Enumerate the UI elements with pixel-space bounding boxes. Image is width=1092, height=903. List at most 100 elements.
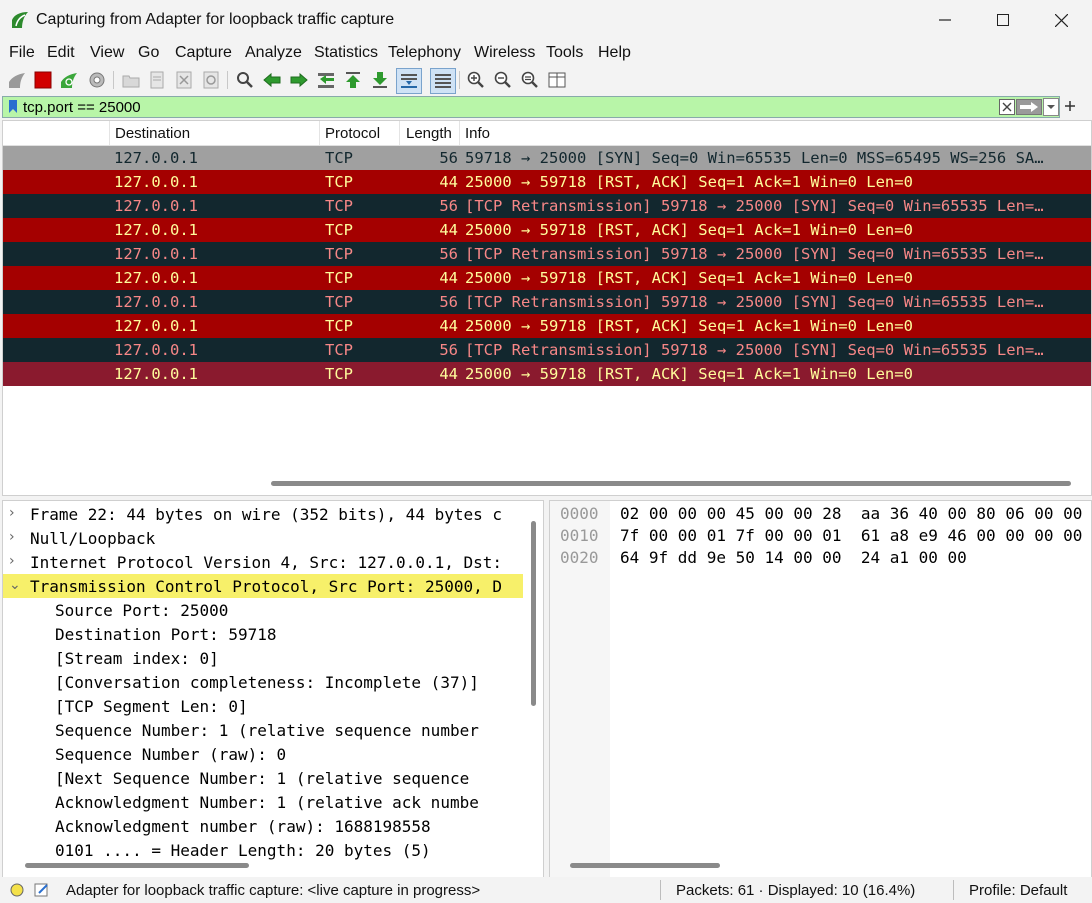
packet-row[interactable]: 127.0.0.1 TCP 56 [TCP Retransmission] 59718… bbox=[3, 338, 1091, 362]
apply-filter-button[interactable] bbox=[1016, 99, 1042, 115]
packet-list-horizontal-scrollbar[interactable] bbox=[271, 481, 1071, 486]
column-header-destination[interactable]: Destination bbox=[115, 125, 190, 142]
chevron-down-icon[interactable]: ⌄ bbox=[9, 577, 21, 593]
packet-row[interactable]: 127.0.0.1 TCP 44 25000 → 59718 [RST, ACK] S… bbox=[3, 218, 1091, 242]
column-header-length[interactable]: Length bbox=[406, 125, 452, 142]
save-file-button[interactable] bbox=[146, 69, 168, 91]
detail-field[interactable]: Source Port: 25000 bbox=[3, 598, 523, 622]
find-packet-button[interactable] bbox=[234, 69, 256, 91]
restart-capture-button[interactable] bbox=[58, 69, 80, 91]
menu-analyze[interactable]: Analyze bbox=[245, 44, 302, 62]
menu-telephony[interactable]: Telephony bbox=[388, 44, 461, 62]
filter-history-dropdown[interactable] bbox=[1043, 98, 1059, 116]
packet-list[interactable]: Destination Protocol Length Info 127.0.0… bbox=[2, 120, 1092, 496]
autoscroll-button[interactable] bbox=[396, 68, 422, 94]
hex-horizontal-scrollbar[interactable] bbox=[570, 863, 720, 868]
detail-field[interactable]: Sequence Number: 1 (relative sequence nu… bbox=[3, 718, 523, 742]
detail-field[interactable]: Sequence Number (raw): 0 bbox=[3, 742, 523, 766]
clear-filter-button[interactable] bbox=[999, 99, 1015, 115]
menu-statistics[interactable]: Statistics bbox=[314, 44, 378, 62]
detail-tree-item[interactable]: › Null/Loopback bbox=[3, 526, 523, 550]
column-divider[interactable] bbox=[109, 121, 110, 145]
detail-text: [Stream index: 0] bbox=[55, 649, 219, 668]
packet-row[interactable]: 127.0.0.1 TCP 56 [TCP Retransmission] 59718… bbox=[3, 242, 1091, 266]
details-vertical-scrollbar[interactable] bbox=[531, 521, 536, 706]
column-divider[interactable] bbox=[459, 121, 460, 145]
packet-info: [TCP Retransmission] 59718 → 25000 [SYN]… bbox=[465, 197, 1044, 215]
next-packet-button[interactable] bbox=[288, 69, 310, 91]
hex-bytes[interactable]: 7f 00 00 01 7f 00 00 01 61 a8 e9 46 00 0… bbox=[620, 526, 1082, 550]
detail-field[interactable]: [Conversation completeness: Incomplete (… bbox=[3, 670, 523, 694]
packet-row[interactable]: 127.0.0.1 TCP 56 [TCP Retransmission] 59718… bbox=[3, 194, 1091, 218]
packet-row[interactable]: 127.0.0.1 TCP 44 25000 → 59718 [RST, ACK] S… bbox=[3, 314, 1091, 338]
packet-row[interactable]: 127.0.0.1 TCP 44 25000 → 59718 [RST, ACK] S… bbox=[3, 170, 1091, 194]
menu-capture[interactable]: Capture bbox=[175, 44, 232, 62]
packet-length: 44 bbox=[439, 365, 458, 383]
detail-field[interactable]: 0101 .... = Header Length: 20 bytes (5) bbox=[3, 838, 523, 862]
packet-row-selected[interactable]: 127.0.0.1 TCP 44 25000 → 59718 [RST, ACK] S… bbox=[3, 362, 1091, 386]
bookmark-icon[interactable] bbox=[8, 99, 18, 114]
menu-edit[interactable]: Edit bbox=[47, 44, 75, 62]
menu-help[interactable]: Help bbox=[598, 44, 631, 62]
packet-protocol: TCP bbox=[325, 197, 353, 215]
column-header-protocol[interactable]: Protocol bbox=[325, 125, 380, 142]
add-filter-button[interactable] bbox=[1063, 96, 1077, 116]
menu-go[interactable]: Go bbox=[138, 44, 159, 62]
zoom-in-button[interactable] bbox=[465, 69, 487, 91]
detail-tree-item[interactable]: › Internet Protocol Version 4, Src: 127.0… bbox=[3, 550, 523, 574]
column-header-info[interactable]: Info bbox=[465, 125, 490, 142]
hex-bytes[interactable]: 64 9f dd 9e 50 14 00 00 24 a1 00 00 bbox=[620, 548, 967, 572]
minimize-button[interactable] bbox=[916, 0, 974, 40]
capture-options-button[interactable] bbox=[86, 69, 108, 91]
close-file-icon bbox=[176, 71, 192, 89]
zoom-reset-button[interactable] bbox=[519, 69, 541, 91]
detail-field[interactable]: Acknowledgment number (raw): 1688198558 bbox=[3, 814, 523, 838]
expert-info-icon[interactable] bbox=[10, 883, 24, 897]
last-packet-button[interactable] bbox=[369, 69, 391, 91]
open-file-button[interactable] bbox=[120, 69, 142, 91]
column-divider[interactable] bbox=[399, 121, 400, 145]
profile-text[interactable]: Profile: Default bbox=[969, 882, 1067, 899]
detail-field[interactable]: [Stream index: 0] bbox=[3, 646, 523, 670]
menu-view[interactable]: View bbox=[90, 44, 124, 62]
detail-tree-item[interactable]: ⌄ Transmission Control Protocol, Src Port… bbox=[3, 574, 523, 598]
packet-details-tree[interactable]: › Frame 22: 44 bytes on wire (352 bits), … bbox=[2, 500, 544, 878]
menu-file[interactable]: File bbox=[9, 44, 35, 62]
zoom-out-button[interactable] bbox=[492, 69, 514, 91]
detail-field[interactable]: [TCP Segment Len: 0] bbox=[3, 694, 523, 718]
details-horizontal-scrollbar[interactable] bbox=[25, 863, 249, 868]
detail-field[interactable]: Destination Port: 59718 bbox=[3, 622, 523, 646]
packet-bytes-pane[interactable]: 0000 02 00 00 00 45 00 00 28 aa 36 40 00 … bbox=[549, 500, 1092, 878]
previous-packet-button[interactable] bbox=[261, 69, 283, 91]
close-button[interactable] bbox=[1032, 0, 1090, 40]
display-filter-input[interactable] bbox=[23, 97, 983, 117]
detail-field[interactable]: Acknowledgment Number: 1 (relative ack n… bbox=[3, 790, 523, 814]
detail-tree-item[interactable]: › Frame 22: 44 bytes on wire (352 bits), … bbox=[3, 502, 523, 526]
start-capture-button[interactable] bbox=[6, 69, 28, 91]
hex-bytes[interactable]: 02 00 00 00 45 00 00 28 aa 36 40 00 80 0… bbox=[620, 504, 1082, 528]
close-file-button[interactable] bbox=[173, 69, 195, 91]
packet-protocol: TCP bbox=[325, 365, 353, 383]
first-packet-button[interactable] bbox=[342, 69, 364, 91]
detail-text: Source Port: 25000 bbox=[55, 601, 229, 620]
maximize-button[interactable] bbox=[974, 0, 1032, 40]
stop-capture-button[interactable] bbox=[32, 69, 54, 91]
chevron-right-icon[interactable]: › bbox=[9, 505, 15, 521]
menu-wireless[interactable]: Wireless bbox=[474, 44, 535, 62]
packet-row[interactable]: 127.0.0.1 TCP 56 59718 → 25000 [SYN] Seq=0 … bbox=[3, 146, 1091, 170]
packet-row[interactable]: 127.0.0.1 TCP 44 25000 → 59718 [RST, ACK] S… bbox=[3, 266, 1091, 290]
window-title: Capturing from Adapter for loopback traf… bbox=[36, 11, 395, 28]
packet-protocol: TCP bbox=[325, 221, 353, 239]
chevron-right-icon[interactable]: › bbox=[9, 529, 15, 545]
go-to-packet-button[interactable] bbox=[315, 69, 337, 91]
resize-columns-button[interactable] bbox=[546, 69, 568, 91]
packet-length: 56 bbox=[439, 197, 458, 215]
chevron-right-icon[interactable]: › bbox=[9, 553, 15, 569]
menu-tools[interactable]: Tools bbox=[546, 44, 583, 62]
reload-file-button[interactable] bbox=[200, 69, 222, 91]
detail-field[interactable]: [Next Sequence Number: 1 (relative seque… bbox=[3, 766, 523, 790]
packet-row[interactable]: 127.0.0.1 TCP 56 [TCP Retransmission] 59718… bbox=[3, 290, 1091, 314]
capture-comment-icon[interactable] bbox=[34, 882, 50, 898]
column-divider[interactable] bbox=[319, 121, 320, 145]
colorize-button[interactable] bbox=[430, 68, 456, 94]
